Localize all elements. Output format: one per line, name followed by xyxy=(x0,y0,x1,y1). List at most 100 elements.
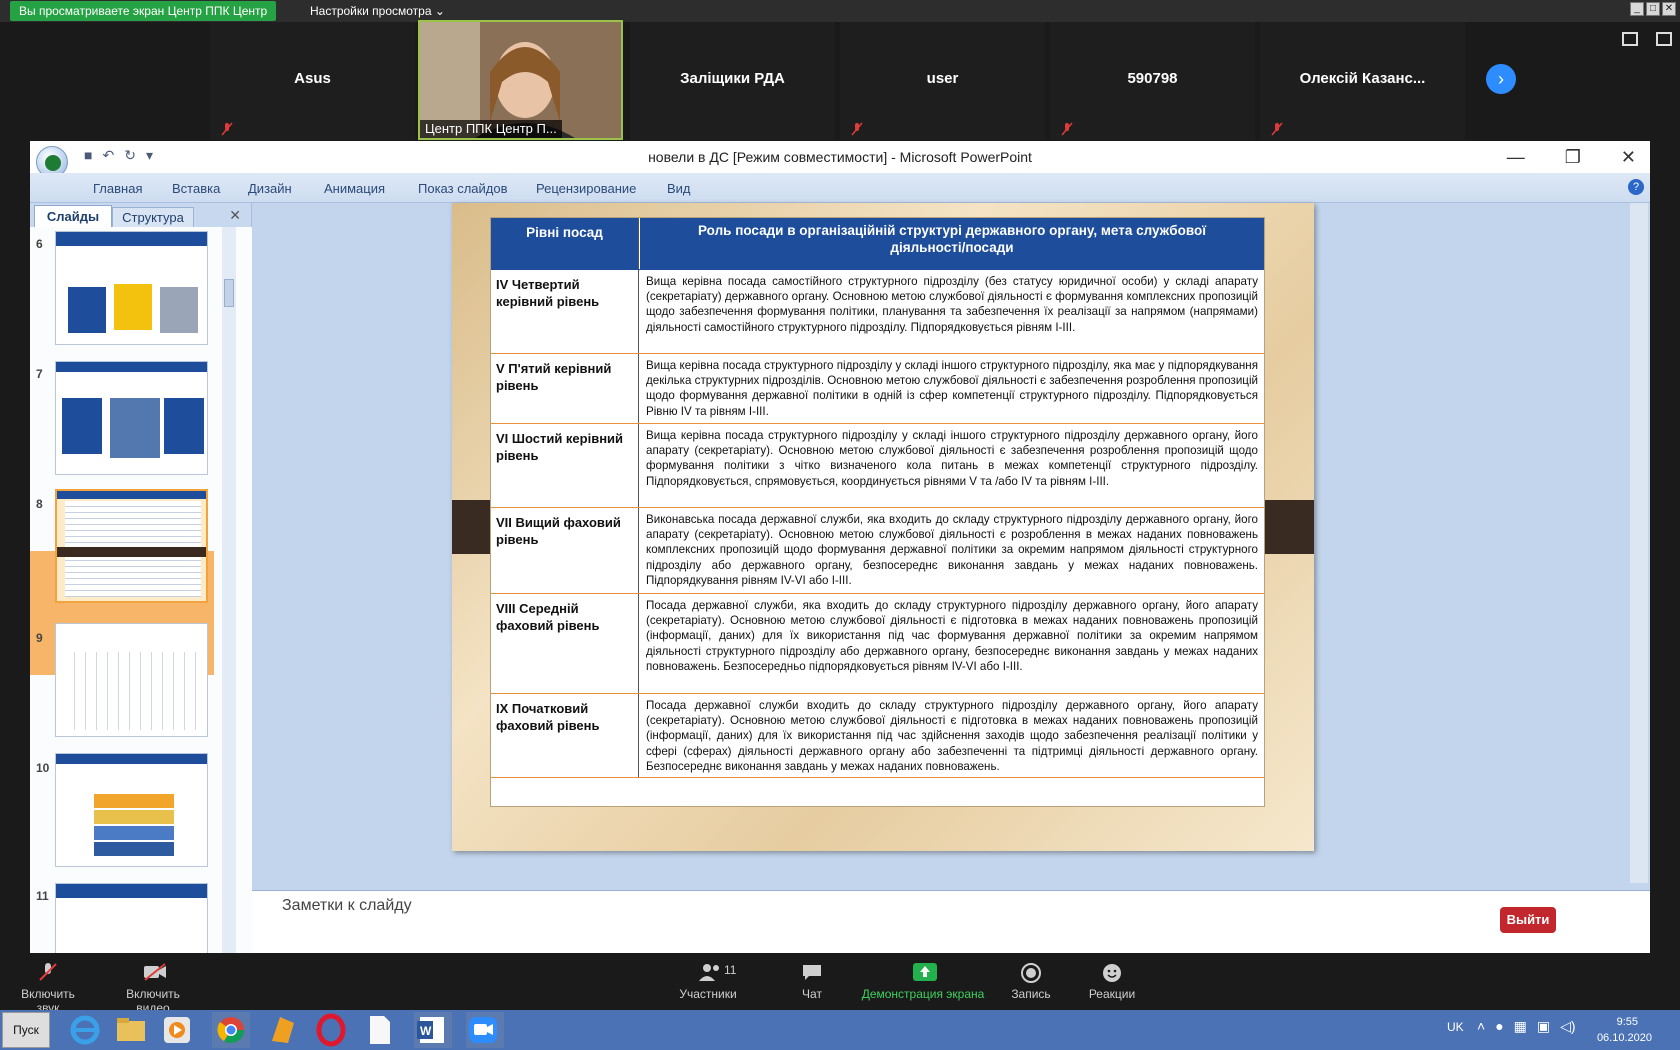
close-icon[interactable]: ✕ xyxy=(1621,147,1636,168)
ribbon: Главная Вставка Дизайн Анимация Показ сл… xyxy=(30,173,1650,203)
minimize-icon[interactable]: _ xyxy=(1630,2,1644,16)
tab-slideshow[interactable]: Показ слайдов xyxy=(418,181,508,196)
opera-icon[interactable] xyxy=(314,1013,348,1047)
level-cell: VIII Середній фаховий рівень xyxy=(491,594,639,693)
restore-icon[interactable]: ❐ xyxy=(1565,147,1581,168)
scroll-thumb[interactable] xyxy=(224,279,234,307)
clock-date[interactable]: 06.10.2020 xyxy=(1597,1032,1652,1044)
notes-pane[interactable]: Заметки к слайду xyxy=(252,890,1650,953)
meeting-toolbar: Включить звук Включить видео Участники 1… xyxy=(0,953,1680,1015)
chat-button[interactable]: Чат xyxy=(792,963,832,1001)
pane-scrollbar[interactable] xyxy=(222,227,236,953)
maximize-icon[interactable]: □ xyxy=(1646,2,1660,16)
volume-icon[interactable]: ◁) xyxy=(1560,1018,1575,1035)
participant-name: Центр ППК Центр П... xyxy=(420,120,562,138)
display-icon[interactable]: ▣ xyxy=(1537,1018,1550,1035)
close-icon[interactable]: ✕ xyxy=(1662,2,1676,16)
redo-icon[interactable]: ↻ xyxy=(124,147,136,164)
slide-thumbnail[interactable] xyxy=(55,753,208,867)
chat-label: Чат xyxy=(802,987,822,1001)
leave-button[interactable]: Выйти xyxy=(1500,907,1556,933)
muted-mic-icon xyxy=(1061,122,1073,136)
thumbnail-number: 11 xyxy=(36,889,49,903)
tray-expand-icon[interactable]: ˄ xyxy=(1477,1018,1485,1035)
system-tray-icons: ˄ ● ▦ ▣ ◁) xyxy=(1477,1018,1576,1035)
positions-table[interactable]: Рівні посад Роль посади в організаційній… xyxy=(490,217,1265,807)
table-row: V П'ятий керівний рівень Вища керівна по… xyxy=(491,354,1264,424)
tab-insert[interactable]: Вставка xyxy=(172,181,220,196)
chrome-icon[interactable] xyxy=(212,1012,250,1048)
share-label: Демонстрация экрана xyxy=(861,987,985,1001)
network-icon[interactable]: ▦ xyxy=(1514,1018,1527,1035)
document-icon[interactable] xyxy=(362,1013,396,1047)
slide-thumbnail[interactable] xyxy=(55,883,208,953)
word-icon[interactable]: W xyxy=(414,1012,452,1048)
slides-pane: Слайды Структура ✕ 6 7 8 9 10 11 xyxy=(30,203,252,953)
reactions-icon xyxy=(1102,963,1122,982)
description-cell: Вища керівна посада самостійного структу… xyxy=(646,275,1258,334)
save-icon[interactable]: ■ xyxy=(84,147,92,164)
app-icon[interactable] xyxy=(266,1013,300,1047)
tab-design[interactable]: Дизайн xyxy=(248,181,292,196)
svg-text:W: W xyxy=(420,1024,432,1038)
file-explorer-icon[interactable] xyxy=(114,1013,148,1047)
table-row: IX Початковий фаховий рівень Посада держ… xyxy=(491,694,1264,778)
layout-icon[interactable] xyxy=(1622,32,1638,46)
participants-icon xyxy=(698,963,719,981)
customize-icon[interactable]: ▾ xyxy=(146,147,153,164)
slide-thumbnail[interactable] xyxy=(55,623,208,737)
internet-explorer-icon[interactable] xyxy=(68,1013,102,1047)
description-cell: Виконавська посада державної служби, яка… xyxy=(646,513,1258,587)
close-pane-icon[interactable]: ✕ xyxy=(229,207,241,224)
tab-outline[interactable]: Структура xyxy=(112,207,194,227)
description-cell: Вища керівна посада структурного підрозд… xyxy=(646,429,1258,488)
record-label: Запись xyxy=(1011,987,1051,1001)
start-button[interactable]: Пуск xyxy=(2,1012,50,1048)
language-indicator[interactable]: UK xyxy=(1447,1020,1464,1034)
record-button[interactable]: Запись xyxy=(1008,963,1054,1001)
slide-canvas[interactable]: Рівні посад Роль посади в організаційній… xyxy=(452,203,1314,851)
tab-home[interactable]: Главная xyxy=(93,181,142,196)
minimize-icon[interactable]: — xyxy=(1507,147,1525,168)
tab-review[interactable]: Рецензирование xyxy=(536,181,636,196)
description-cell: Вища керівна посада структурного підрозд… xyxy=(646,359,1258,418)
share-screen-button[interactable]: Демонстрация экрана xyxy=(858,963,988,1001)
zoom-icon[interactable] xyxy=(466,1012,504,1048)
media-player-icon[interactable] xyxy=(160,1013,194,1047)
tray-app-icon[interactable]: ● xyxy=(1495,1018,1503,1035)
participant-tile[interactable]: 590798 xyxy=(1050,22,1255,140)
view-settings-menu[interactable]: Настройки просмотра ⌄ xyxy=(310,2,445,20)
notes-placeholder: Заметки к слайду xyxy=(282,897,412,914)
slide-scrollbar[interactable] xyxy=(1630,203,1648,883)
tab-view[interactable]: Вид xyxy=(667,181,691,196)
tab-slides[interactable]: Слайды xyxy=(34,205,112,227)
window-controls: — ❐ ✕ xyxy=(1507,147,1636,168)
help-icon[interactable]: ? xyxy=(1628,179,1644,195)
slide-thumbnail[interactable] xyxy=(55,231,208,345)
fullscreen-icon[interactable] xyxy=(1656,32,1672,46)
thumbnail-number: 9 xyxy=(36,631,43,645)
unmute-button[interactable]: Включить звук xyxy=(10,963,86,1015)
reactions-button[interactable]: Реакции xyxy=(1084,963,1140,1001)
table-row: VI Шостий керівний рівень Вища керівна п… xyxy=(491,424,1264,508)
participant-tile[interactable]: user xyxy=(840,22,1045,140)
clock-time[interactable]: 9:55 xyxy=(1617,1016,1638,1028)
reactions-label: Реакции xyxy=(1088,987,1136,1001)
participant-video-tile[interactable]: Центр ППК Центр П... xyxy=(418,20,623,140)
slide-thumbnail[interactable] xyxy=(55,361,208,475)
participant-tile[interactable]: Заліщики РДА xyxy=(630,22,835,140)
start-video-button[interactable]: Включить видео xyxy=(108,963,198,1015)
participant-tile[interactable]: Asus xyxy=(210,22,415,140)
participant-name: 590798 xyxy=(1127,70,1178,87)
powerpoint-window: новели в ДС [Режим совместимости] - Micr… xyxy=(30,141,1650,953)
quick-access-toolbar: ■ ↶ ↻ ▾ xyxy=(84,147,153,164)
participant-tile[interactable]: Олексій Казанс... xyxy=(1260,22,1465,140)
slide-thumbnail-selected[interactable] xyxy=(55,489,208,603)
undo-icon[interactable]: ↶ xyxy=(102,147,114,164)
tab-animation[interactable]: Анимация xyxy=(324,181,385,196)
view-toggles xyxy=(1622,32,1672,46)
participant-name: Заліщики РДА xyxy=(680,70,785,87)
participant-name: user xyxy=(926,70,959,87)
next-participants-button[interactable]: › xyxy=(1486,64,1516,94)
level-cell: VII Вищий фаховий рівень xyxy=(491,508,639,593)
